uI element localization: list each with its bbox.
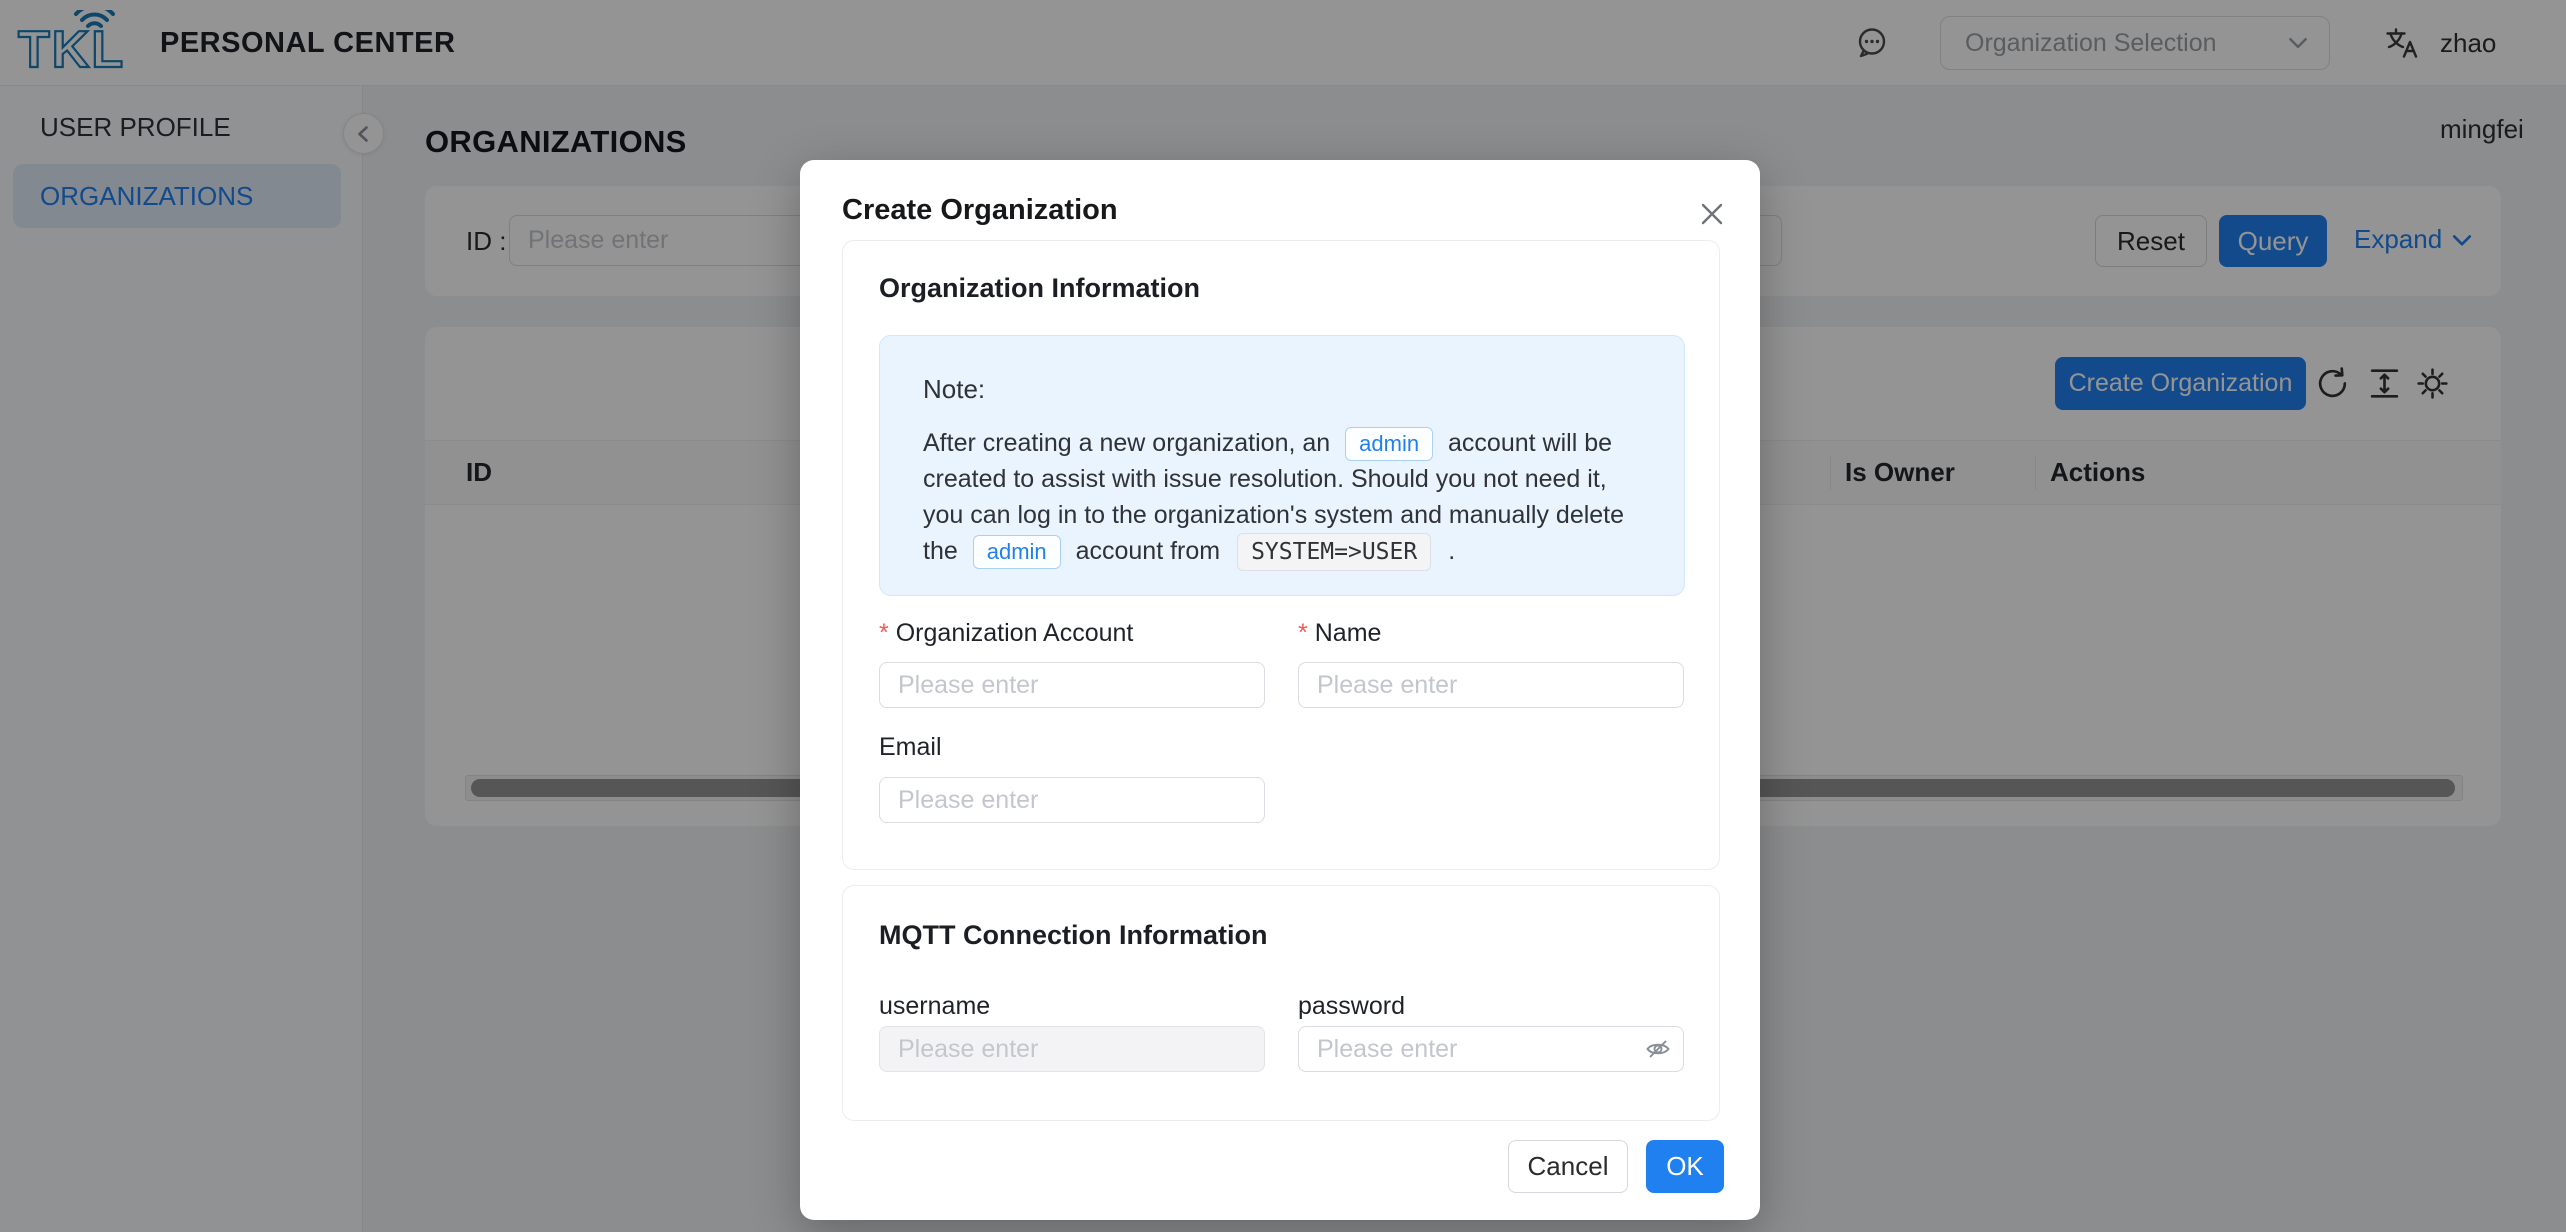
mqtt-username-input <box>879 1026 1265 1072</box>
mqtt-password-label: password <box>1298 992 1405 1021</box>
note-text: After creating a new organization, an ad… <box>923 425 1641 571</box>
email-label: Email <box>879 733 942 762</box>
note-text-part: . <box>1448 537 1455 565</box>
organization-account-label: *Organization Account <box>879 619 1133 648</box>
ok-button[interactable]: OK <box>1646 1140 1724 1193</box>
email-input[interactable] <box>879 777 1265 823</box>
name-label: *Name <box>1298 619 1381 648</box>
mqtt-password-field <box>1298 1026 1684 1072</box>
label-text: Name <box>1315 619 1382 647</box>
mqtt-password-input[interactable] <box>1298 1026 1684 1072</box>
cancel-button[interactable]: Cancel <box>1508 1140 1628 1193</box>
eye-invisible-icon[interactable] <box>1644 1035 1672 1063</box>
admin-tag: admin <box>1345 427 1433 461</box>
note-label: Note: <box>923 374 1641 405</box>
note-text-part: account from <box>1076 537 1221 565</box>
organization-information-section: Organization Information Note: After cre… <box>842 240 1720 870</box>
close-icon <box>1698 200 1726 228</box>
section-heading: MQTT Connection Information <box>879 920 1267 951</box>
app-root: TKL PERSONAL CENTER Organization Selecti… <box>0 0 2566 1232</box>
modal-title: Create Organization <box>842 194 1118 227</box>
create-organization-modal: Create Organization Organization Informa… <box>800 160 1760 1220</box>
system-user-code-chip: SYSTEM=>USER <box>1237 533 1431 571</box>
organization-account-input[interactable] <box>879 662 1265 708</box>
note-text-part: After creating a new organization, an <box>923 429 1330 457</box>
required-asterisk: * <box>1298 619 1308 647</box>
required-asterisk: * <box>879 619 889 647</box>
name-input[interactable] <box>1298 662 1684 708</box>
note-box: Note: After creating a new organization,… <box>879 335 1685 596</box>
modal-close-button[interactable] <box>1694 196 1730 232</box>
label-text: Organization Account <box>896 619 1134 647</box>
section-heading: Organization Information <box>879 273 1200 304</box>
mqtt-username-label: username <box>879 992 990 1021</box>
mqtt-connection-section: MQTT Connection Information username pas… <box>842 885 1720 1121</box>
admin-tag: admin <box>973 535 1061 569</box>
